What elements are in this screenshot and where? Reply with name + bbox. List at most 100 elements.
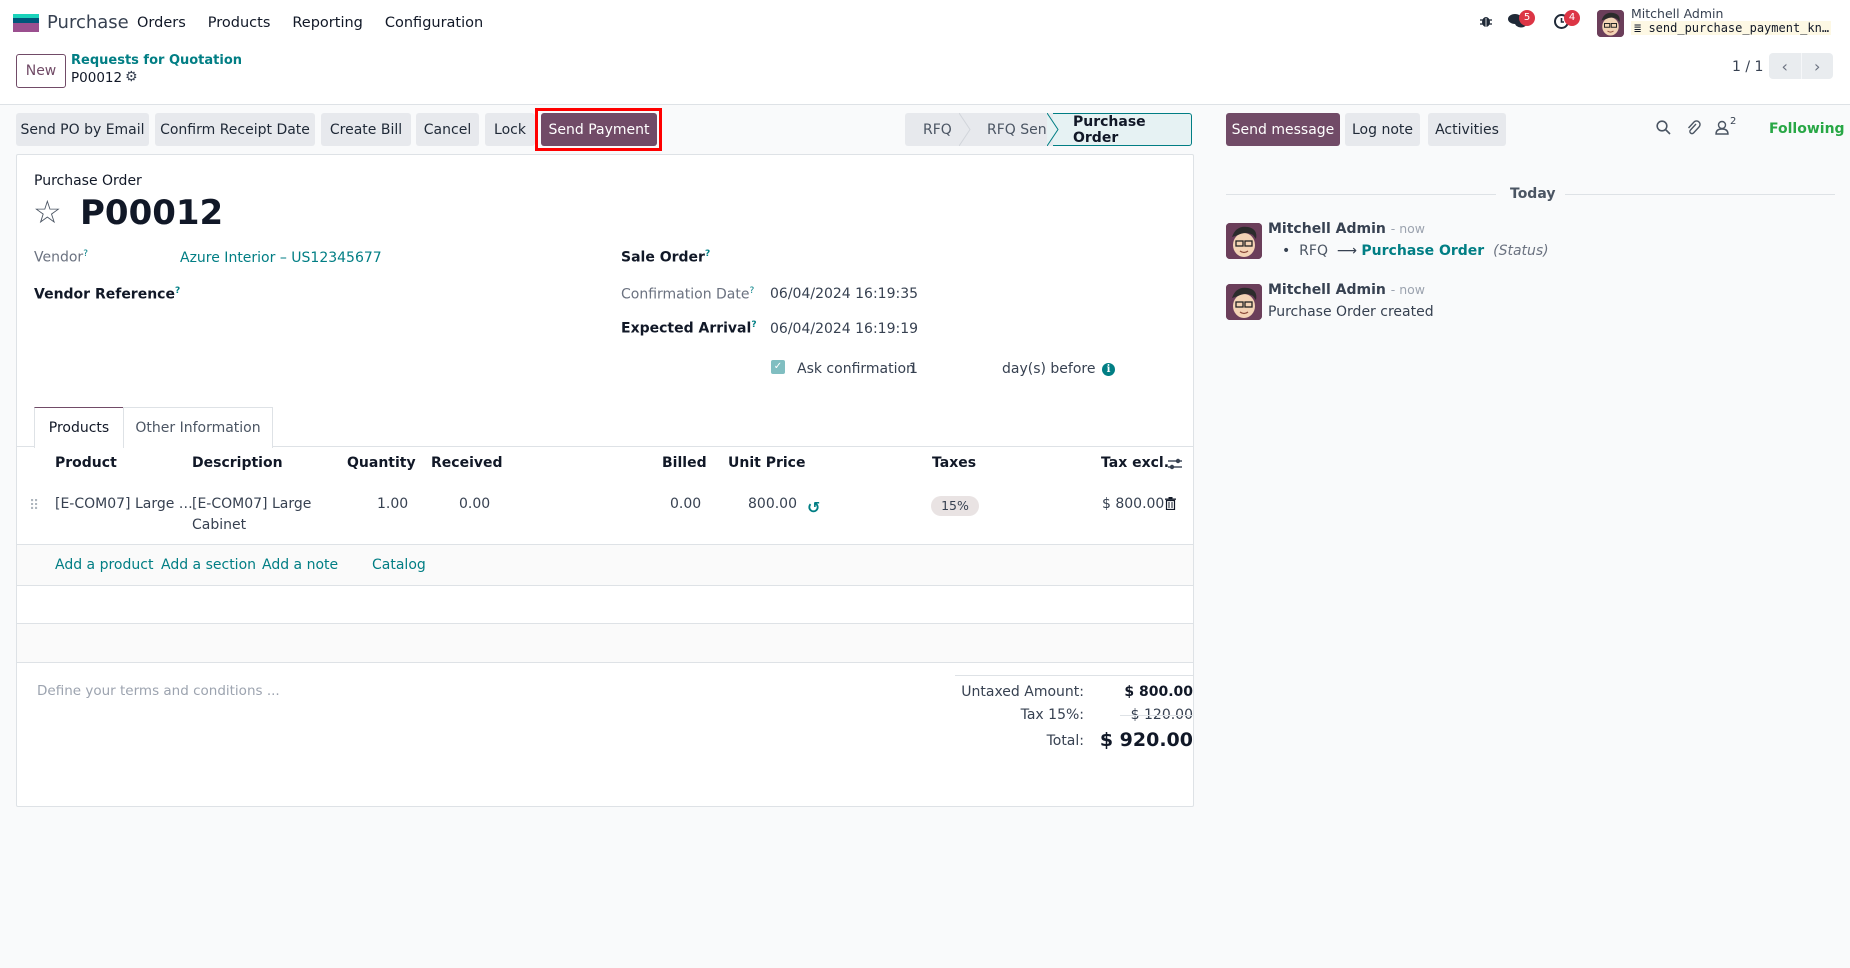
debug-bug-icon[interactable] <box>1479 13 1493 32</box>
vendor-reference-input[interactable] <box>180 283 580 305</box>
vendor-field[interactable]: Azure Interior – US12345677 <box>180 250 382 266</box>
menu-configuration[interactable]: Configuration <box>385 15 483 31</box>
col-billed[interactable]: Billed <box>662 455 707 471</box>
author-avatar[interactable] <box>1226 284 1262 320</box>
stage-purchase-order[interactable]: Purchase Order <box>1053 113 1192 146</box>
add-note-link[interactable]: Add a note <box>262 557 338 573</box>
send-po-by-email-button[interactable]: Send PO by Email <box>16 113 149 146</box>
ask-confirmation-days-input[interactable]: 1 <box>909 361 918 377</box>
cancel-button[interactable]: Cancel <box>416 113 479 146</box>
new-button[interactable]: New <box>16 54 66 88</box>
activities-button[interactable]: Activities <box>1428 113 1506 146</box>
untaxed-amount-value: $ 800.00 <box>1124 684 1193 700</box>
vendor-reference-label: Vendor Reference? <box>34 286 181 303</box>
terms-conditions-input[interactable]: Define your terms and conditions ... <box>37 683 280 699</box>
vendor-label: Vendor? <box>34 249 88 266</box>
catalog-link[interactable]: Catalog <box>372 557 426 573</box>
col-tax-excl[interactable]: Tax excl. <box>1101 455 1169 471</box>
author-avatar[interactable] <box>1226 223 1262 259</box>
confirm-receipt-date-button[interactable]: Confirm Receipt Date <box>155 113 315 146</box>
search-icon[interactable] <box>1656 120 1671 139</box>
record-type-label: Purchase Order <box>34 173 142 189</box>
add-section-link[interactable]: Add a section <box>161 557 256 573</box>
stage-rfq-sent[interactable]: RFQ Sent <box>965 113 1059 146</box>
form-sheet: Purchase Order ☆ P00012 Vendor? Azure In… <box>16 154 1194 807</box>
cell-description-line1[interactable]: [E-COM07] Large <box>192 496 311 512</box>
top-navbar: Purchase Orders Products Reporting Confi… <box>0 0 1850 47</box>
cell-unit-price[interactable]: 800.00 <box>748 496 797 512</box>
col-unit-price[interactable]: Unit Price <box>728 455 805 471</box>
following-button[interactable]: Following <box>1769 121 1845 137</box>
tab-products[interactable]: Products <box>34 407 124 448</box>
tax-badge[interactable]: 15% <box>931 496 979 516</box>
lock-button[interactable]: Lock <box>485 113 535 146</box>
app-logo-icon[interactable] <box>13 14 39 32</box>
followers-icon[interactable] <box>1715 120 1729 139</box>
totals-divider <box>955 675 1193 676</box>
pager-previous-button[interactable]: ‹ <box>1769 53 1801 79</box>
pager-value[interactable]: 1 / 1 <box>1732 59 1763 75</box>
menu-products[interactable]: Products <box>208 15 271 31</box>
stage-rfq-sent-label: RFQ Sent <box>987 121 1053 138</box>
database-icon: ≣ <box>1634 21 1649 35</box>
row-divider <box>17 662 1193 663</box>
ask-confirmation-label: Ask confirmation <box>797 361 915 377</box>
trash-icon[interactable] <box>1165 497 1176 514</box>
paperclip-icon[interactable] <box>1686 120 1701 140</box>
optional-columns-icon[interactable] <box>1167 457 1183 475</box>
tab-other-information[interactable]: Other Information <box>123 407 273 448</box>
cell-subtotal: $ 800.00 <box>1102 496 1165 512</box>
pager-buttons: ‹ › <box>1769 53 1833 79</box>
tracking-new-value: Purchase Order <box>1361 243 1485 259</box>
col-received[interactable]: Received <box>431 455 503 471</box>
user-name[interactable]: Mitchell Admin <box>1631 6 1723 21</box>
user-avatar[interactable] <box>1597 10 1624 37</box>
cell-quantity[interactable]: 1.00 <box>377 496 408 512</box>
gear-icon[interactable]: ⚙ <box>125 69 138 85</box>
col-taxes[interactable]: Taxes <box>932 455 976 471</box>
stage-separator-icon <box>1047 113 1059 146</box>
message-body: Purchase Order created <box>1268 304 1434 320</box>
col-product[interactable]: Product <box>55 455 117 471</box>
stage-rfq[interactable]: RFQ <box>905 113 971 146</box>
menu-reporting[interactable]: Reporting <box>292 15 363 31</box>
empty-row <box>17 624 1193 662</box>
app-name[interactable]: Purchase <box>47 12 129 33</box>
reset-price-icon[interactable]: ↺ <box>807 498 820 517</box>
empty-row <box>17 586 1193 624</box>
info-icon[interactable]: i <box>1102 363 1115 376</box>
tracking-value: • RFQ ⟶ Purchase Order (Status) <box>1282 243 1549 259</box>
stage-purchase-order-label: Purchase Order <box>1073 113 1146 146</box>
date-divider <box>1226 194 1496 195</box>
create-bill-button[interactable]: Create Bill <box>321 113 411 146</box>
drag-handle-icon[interactable]: ⠿ <box>29 498 39 514</box>
message-time: - now <box>1390 282 1426 297</box>
total-divider <box>1120 715 1193 716</box>
confirmation-date-field[interactable]: 06/04/2024 16:19:35 <box>770 286 918 302</box>
ask-confirmation-checkbox[interactable]: ✓ <box>771 360 785 374</box>
cell-product[interactable]: [E-COM07] Large … <box>55 496 193 512</box>
confirmation-date-label: Confirmation Date? <box>621 286 755 303</box>
log-note-button[interactable]: Log note <box>1345 113 1420 146</box>
chevron-right-icon: › <box>1814 56 1821 76</box>
menu-orders[interactable]: Orders <box>137 15 186 31</box>
col-quantity[interactable]: Quantity <box>347 455 416 471</box>
message-author[interactable]: Mitchell Admin - now <box>1268 282 1425 298</box>
send-message-button[interactable]: Send message <box>1226 113 1340 146</box>
pager-next-button[interactable]: › <box>1800 53 1834 79</box>
breadcrumb-rfq-link[interactable]: Requests for Quotation <box>71 53 242 68</box>
followers-count: 2 <box>1730 116 1737 127</box>
cell-description-line2[interactable]: Cabinet <box>192 517 246 533</box>
col-description[interactable]: Description <box>192 455 283 471</box>
cell-billed[interactable]: 0.00 <box>670 496 701 512</box>
message-time: - now <box>1390 221 1426 236</box>
total-label: Total: <box>1046 733 1084 749</box>
tracking-old-value: RFQ <box>1299 243 1328 259</box>
total-value: $ 920.00 <box>1099 729 1193 751</box>
expected-arrival-field[interactable]: 06/04/2024 16:19:19 <box>770 321 918 337</box>
message-author[interactable]: Mitchell Admin - now <box>1268 221 1425 237</box>
cell-received[interactable]: 0.00 <box>459 496 490 512</box>
add-product-link[interactable]: Add a product <box>55 557 153 573</box>
sale-order-label: Sale Order? <box>621 249 711 266</box>
star-icon[interactable]: ☆ <box>33 193 62 231</box>
